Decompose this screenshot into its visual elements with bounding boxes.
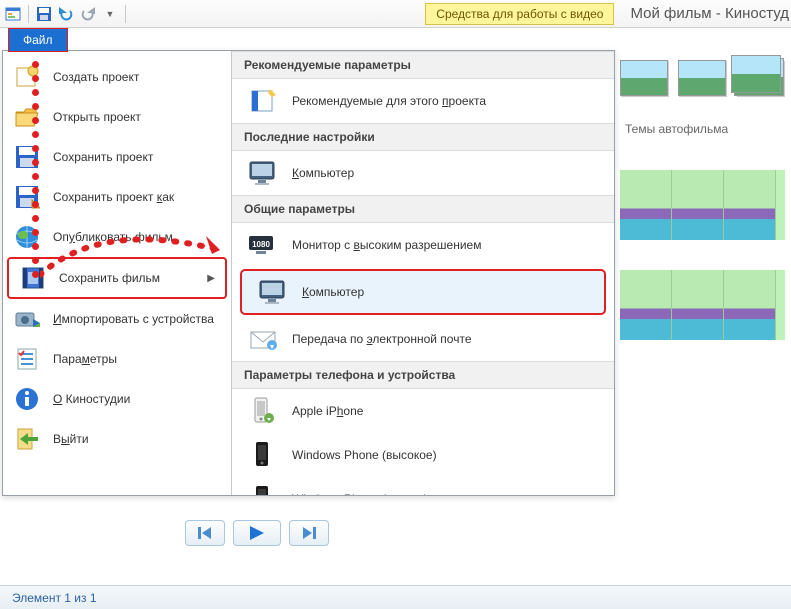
theme-thumbnail[interactable] [736, 60, 784, 96]
annotation-dotted-line [30, 54, 40, 278]
prev-frame-button[interactable] [185, 520, 225, 546]
mail-icon [246, 324, 280, 354]
next-frame-button[interactable] [289, 520, 329, 546]
submenu-section-header: Последние настройки [232, 123, 614, 151]
submenu-item-hd-monitor[interactable]: 1080 Монитор с высоким разрешением [232, 223, 614, 267]
menu-item-label: Открыть проект [53, 110, 141, 124]
save-icon[interactable] [36, 6, 52, 22]
hd-icon: 1080 [246, 230, 280, 260]
wizard-icon [246, 86, 280, 116]
file-tab[interactable]: Файл [8, 28, 68, 52]
submenu-item-wp-high[interactable]: Windows Phone (высокое) [232, 433, 614, 477]
submenu-item-label: Apple iPhone [292, 404, 363, 418]
themes-thumbnails [620, 60, 784, 96]
submenu-item-label: Компьютер [302, 285, 364, 299]
quick-access-toolbar: ▼ [2, 5, 130, 23]
phone-dark-icon [246, 440, 280, 470]
theme-thumbnail[interactable] [620, 60, 668, 96]
document-title: Мой фильм - Киностуд [630, 5, 789, 22]
submenu-section-header: Общие параметры [232, 195, 614, 223]
monitor-icon [256, 277, 290, 307]
menu-item-import-device[interactable]: Импортировать с устройства [3, 299, 231, 339]
timeline-clip[interactable] [620, 270, 785, 340]
menu-item-label: О Киностудии [53, 392, 130, 406]
submenu-item-label: Windows Phone (высокое) [292, 448, 437, 462]
qat-dropdown-icon[interactable]: ▼ [102, 6, 118, 22]
separator [28, 5, 29, 23]
menu-item-label: Сохранить проект [53, 150, 153, 164]
playback-controls [185, 520, 329, 546]
submenu-section-header: Рекомендуемые параметры [232, 51, 614, 79]
separator [125, 5, 126, 23]
options-icon [13, 345, 41, 373]
play-button[interactable] [233, 520, 281, 546]
menu-item-label: Импортировать с устройства [53, 312, 214, 326]
menu-item-label: Сохранить проект как [53, 190, 174, 204]
redo-icon[interactable] [80, 6, 96, 22]
submenu-item-label: Передача по электронной почте [292, 332, 472, 346]
menu-item-label: Выйти [53, 432, 89, 446]
menu-item-options[interactable]: Параметры [3, 339, 231, 379]
about-icon [13, 385, 41, 413]
submenu-item-recent-computer[interactable]: Компьютер [232, 151, 614, 195]
menu-item-about[interactable]: О Киностудии [3, 379, 231, 419]
file-menu-right-pane: Рекомендуемые параметры Рекомендуемые для… [232, 51, 614, 495]
submenu-item-wp-low[interactable]: Windows Phone (низкое) [232, 477, 614, 495]
app-icon [5, 6, 21, 22]
annotation-arrow [40, 220, 240, 280]
submenu-item-label: Рекомендуемые для этого проекта [292, 94, 486, 108]
monitor-icon [246, 158, 280, 188]
submenu-item-iphone[interactable]: Apple iPhone [232, 389, 614, 433]
theme-thumbnail[interactable] [678, 60, 726, 96]
svg-text:1080: 1080 [252, 240, 270, 249]
menu-item-label: Создать проект [53, 70, 139, 84]
submenu-item-label: Windows Phone (низкое) [292, 492, 428, 495]
phone-dark-icon [246, 484, 280, 495]
menu-item-label: Параметры [53, 352, 117, 366]
menu-item-exit[interactable]: Выйти [3, 419, 231, 459]
status-text: Элемент 1 из 1 [12, 591, 97, 605]
submenu-item-label: Компьютер [292, 166, 354, 180]
submenu-item-recommended-project[interactable]: Рекомендуемые для этого проекта [232, 79, 614, 123]
undo-icon[interactable] [58, 6, 74, 22]
submenu-section-header: Параметры телефона и устройства [232, 361, 614, 389]
timeline-clip[interactable] [620, 170, 785, 240]
import-icon [13, 305, 41, 333]
submenu-item-computer[interactable]: Компьютер [240, 269, 606, 315]
status-bar: Элемент 1 из 1 [0, 585, 791, 609]
phone-white-icon [246, 396, 280, 426]
submenu-item-email[interactable]: Передача по электронной почте [232, 317, 614, 361]
themes-section-label: Темы автофильма [625, 122, 728, 136]
exit-icon [13, 425, 41, 453]
contextual-tab-video-tools[interactable]: Средства для работы с видео [425, 3, 614, 25]
submenu-item-label: Монитор с высоким разрешением [292, 238, 481, 252]
titlebar: ▼ Средства для работы с видео Мой фильм … [0, 0, 791, 28]
